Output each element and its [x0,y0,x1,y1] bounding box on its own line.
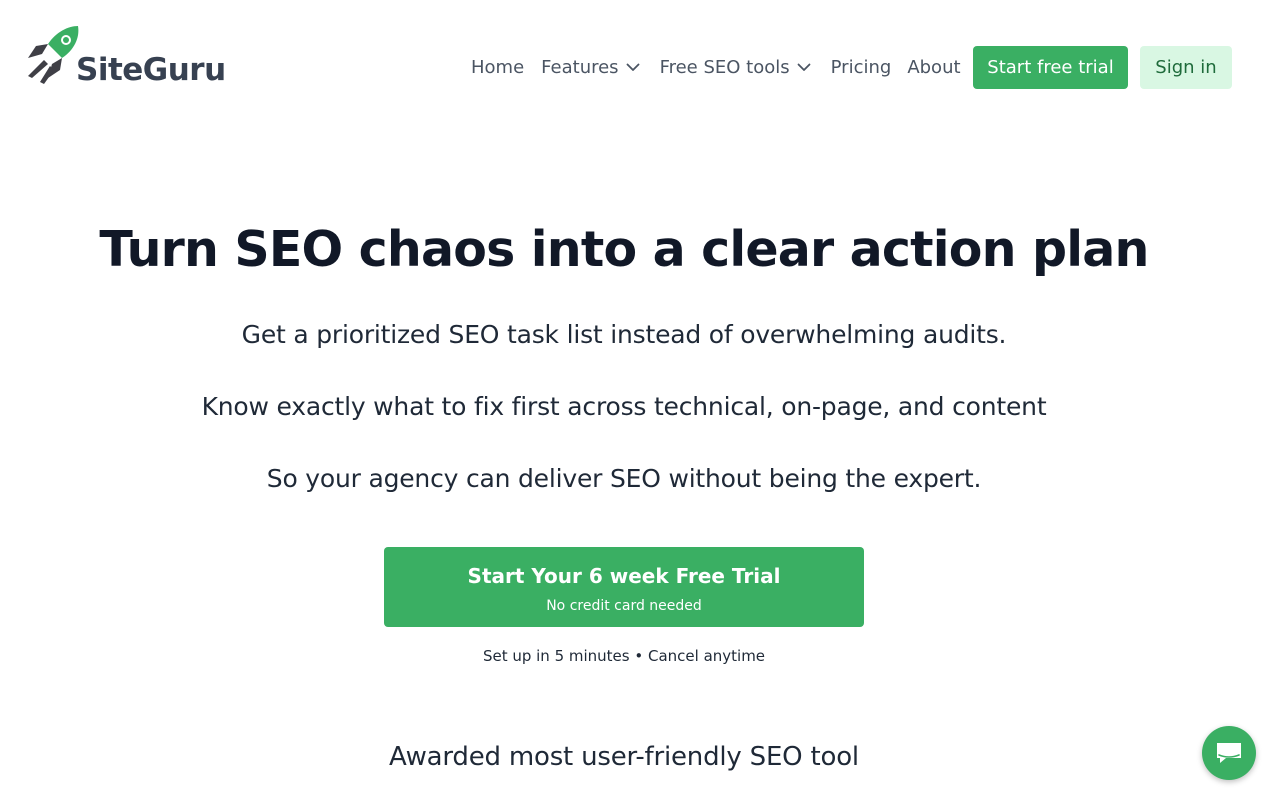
start-free-trial-button[interactable]: Start free trial [973,46,1128,89]
start-trial-cta-button[interactable]: Start Your 6 week Free Trial No credit c… [384,547,864,627]
chevron-down-icon [626,63,639,71]
cta-sublabel: No credit card needed [546,598,702,614]
chat-bubble-icon [1217,743,1241,763]
nav-item-pricing[interactable]: Pricing [831,46,892,88]
hero-title: Turn SEO chaos into a clear action plan [99,221,1149,278]
logo-wordmark: SiteGuru [76,52,226,88]
nav-item-features[interactable]: Features [541,46,639,88]
nav-item-free-seo-tools[interactable]: Free SEO tools [660,46,811,88]
nav-item-home[interactable]: Home [471,46,524,88]
hero-subtitle-line: Get a prioritized SEO task list instead … [241,320,1007,349]
nav-item-label: Free SEO tools [659,56,790,78]
chevron-down-icon [797,63,811,71]
nav-item-label: Pricing [830,56,892,78]
cta-note: Set up in 5 minutes • Cancel anytime [482,647,766,665]
main-nav: Home Features Free SEO tools Pricing Abo… [471,46,961,88]
nav-item-about[interactable]: About [907,46,960,88]
hero-subtitle-line: So your agency can deliver SEO without b… [266,464,982,493]
nav-item-label: About [907,56,961,78]
nav-item-label: Home [471,56,525,78]
sign-in-button[interactable]: Sign in [1140,46,1232,89]
hero-subtitle-line: Know exactly what to fix first across te… [201,392,1047,421]
cta-label: Start Your 6 week Free Trial [467,564,781,588]
logo-link[interactable]: SiteGuru [24,24,226,90]
nav-item-label: Features [541,56,619,78]
chat-launcher-button[interactable] [1202,726,1256,780]
rocket-icon [28,26,79,84]
award-heading: Awarded most user-friendly SEO tool [389,742,859,772]
site-header: SiteGuru Home Features Free SEO tools Pr… [0,0,1280,130]
